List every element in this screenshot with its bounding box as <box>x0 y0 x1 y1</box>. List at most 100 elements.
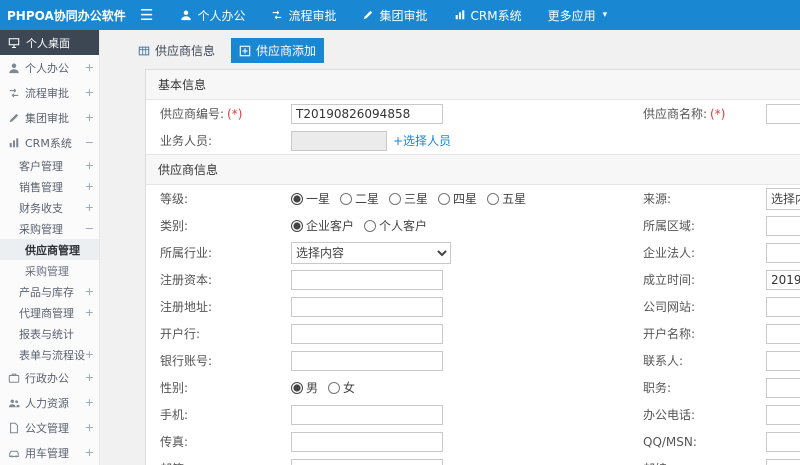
legal-person-input[interactable] <box>766 242 800 263</box>
expand-icon[interactable]: + <box>85 285 94 298</box>
sidebar-item-label: 公文管理 <box>25 421 69 435</box>
expand-icon[interactable]: + <box>85 421 94 434</box>
website-input[interactable] <box>766 296 800 317</box>
level-option[interactable]: 四星 <box>438 190 477 207</box>
form-field-mobile: 手机: <box>146 401 641 428</box>
level-radio[interactable] <box>438 192 451 205</box>
collapse-icon[interactable]: − <box>85 222 94 235</box>
account-name-input[interactable] <box>766 323 800 344</box>
topnav-item-personal-office[interactable]: 个人办公 <box>167 0 258 30</box>
gender-radio[interactable] <box>328 381 341 394</box>
email-input[interactable] <box>291 458 443 465</box>
sidebar-item-agent-mgmt[interactable]: 代理商管理 + <box>0 302 99 323</box>
sidebar-item-process-approval[interactable]: 流程审批 + <box>0 80 99 105</box>
field-label: 类别: <box>160 219 189 233</box>
expand-icon[interactable]: + <box>85 306 94 319</box>
form-sections: 基本信息供应商编号:(*) 供应商名称:(*) 业务人员: +选择人员供应商信息等级:… <box>146 70 800 465</box>
sidebar-item-purchase-mgmt[interactable]: 采购管理 − <box>0 218 99 239</box>
sidebar-item-finance[interactable]: 财务收支 + <box>0 197 99 218</box>
field-label: 注册资本: <box>160 273 213 287</box>
topnav-item-crm-system[interactable]: CRM系统 <box>441 0 535 30</box>
gender-radio[interactable] <box>291 381 303 394</box>
founded-date-input[interactable] <box>766 269 800 290</box>
expand-icon[interactable]: + <box>85 348 94 361</box>
expand-icon[interactable]: + <box>85 86 94 99</box>
level-radio[interactable] <box>487 192 500 205</box>
hamburger-menu-icon[interactable]: ☰ <box>140 7 153 23</box>
level-radio[interactable] <box>291 192 303 205</box>
level-radio[interactable] <box>340 192 353 205</box>
field-label: 业务人员: <box>160 134 213 148</box>
gender-option[interactable]: 男 <box>291 379 318 396</box>
level-option[interactable]: 一星 <box>291 190 330 207</box>
edit-icon <box>8 112 20 124</box>
gender-option[interactable]: 女 <box>328 379 355 396</box>
category-option[interactable]: 企业客户 <box>291 217 354 234</box>
sidebar-item-group-approval[interactable]: 集团审批 + <box>0 105 99 130</box>
sidebar-item-form-process-settings[interactable]: 表单与流程设置+ <box>0 344 99 365</box>
source-select[interactable]: 选择内容 <box>766 187 800 210</box>
position-input[interactable] <box>766 377 800 398</box>
contact-input[interactable] <box>766 350 800 371</box>
sidebar-item-label: 财务收支 <box>19 201 63 215</box>
fax-input[interactable] <box>291 431 443 452</box>
sidebar-item-customer-mgmt[interactable]: 客户管理 + <box>0 155 99 176</box>
sidebar-item-crm-system[interactable]: CRM系统 − <box>0 130 99 155</box>
supplier-name-input[interactable] <box>766 103 800 124</box>
office-phone-input[interactable] <box>766 404 800 425</box>
registered-capital-input[interactable] <box>291 269 443 290</box>
sidebar-item-personal-office[interactable]: 个人办公 + <box>0 55 99 80</box>
expand-icon[interactable]: + <box>85 61 94 74</box>
industry-select[interactable]: 选择内容 <box>291 241 451 264</box>
sidebar-item-reports-stats[interactable]: 报表与统计 <box>0 323 99 344</box>
sidebar-item-purchasing[interactable]: 采购管理 <box>0 260 99 281</box>
chart-icon <box>8 137 20 149</box>
sidebar-item-human-resources[interactable]: 人力资源 + <box>0 390 99 415</box>
topnav-item-label: CRM系统 <box>470 8 522 23</box>
bank-account-input[interactable] <box>291 350 443 371</box>
category-option[interactable]: 个人客户 <box>364 217 427 234</box>
tab-supplier-info[interactable]: 供应商信息 <box>130 38 223 63</box>
zip-input[interactable] <box>766 458 800 465</box>
expand-icon[interactable]: + <box>85 371 94 384</box>
sidebar-item-product-inventory[interactable]: 产品与库存 + <box>0 281 99 302</box>
field-label: 公司网站: <box>643 300 696 314</box>
registered-address-input[interactable] <box>291 296 443 317</box>
sidebar-item-document-mgmt[interactable]: 公文管理 + <box>0 415 99 440</box>
level-radio[interactable] <box>389 192 402 205</box>
category-radio[interactable] <box>364 219 377 232</box>
expand-icon[interactable]: + <box>85 446 94 459</box>
topnav-item-more-apps[interactable]: 更多应用 ▾ <box>535 0 621 30</box>
sidebar-item-sales-mgmt[interactable]: 销售管理 + <box>0 176 99 197</box>
tab-supplier-add[interactable]: 供应商添加 <box>231 38 325 63</box>
form-row: 所属行业: 选择内容 企业法人: <box>146 239 800 266</box>
category-radio[interactable] <box>291 219 303 232</box>
expand-icon[interactable]: + <box>85 180 94 193</box>
region-input[interactable] <box>766 215 800 236</box>
sidebar-item-personal-desktop[interactable]: 个人桌面 <box>0 30 99 55</box>
expand-icon[interactable]: + <box>85 201 94 214</box>
topnav-item-process-approval[interactable]: 流程审批 <box>258 0 349 30</box>
level-option[interactable]: 二星 <box>340 190 379 207</box>
collapse-icon[interactable]: − <box>85 136 94 149</box>
sidebar-item-supplier-mgmt[interactable]: 供应商管理 <box>0 239 99 260</box>
form-row: 邮箱: 邮编: <box>146 455 800 465</box>
choose-person-link[interactable]: +选择人员 <box>393 132 451 149</box>
form-field-region: 所属区域: <box>641 212 800 239</box>
bank-input[interactable] <box>291 323 443 344</box>
expand-icon[interactable]: + <box>85 396 94 409</box>
sidebar-item-vehicle-mgmt[interactable]: 用车管理 + <box>0 440 99 465</box>
expand-icon[interactable]: + <box>85 111 94 124</box>
supplier-code-input[interactable] <box>291 103 443 124</box>
qq-msn-input[interactable] <box>766 431 800 452</box>
level-option[interactable]: 三星 <box>389 190 428 207</box>
expand-icon[interactable]: + <box>85 159 94 172</box>
level-option[interactable]: 五星 <box>487 190 526 207</box>
form-row: 业务人员: +选择人员 <box>146 127 800 154</box>
topnav-item-group-approval[interactable]: 集团审批 <box>349 0 440 30</box>
salesperson-input[interactable] <box>291 130 387 151</box>
field-label: 供应商编号: (*) <box>160 107 243 121</box>
sidebar-item-admin-office[interactable]: 行政办公 + <box>0 365 99 390</box>
field-label: 邮编: <box>641 460 766 465</box>
mobile-input[interactable] <box>291 404 443 425</box>
